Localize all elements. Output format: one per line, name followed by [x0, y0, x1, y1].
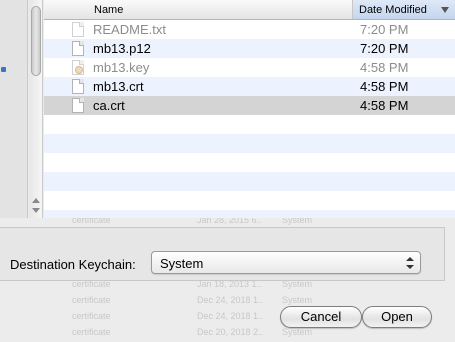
file-name: ca.crt	[93, 98, 125, 113]
popup-arrows-icon	[406, 257, 414, 269]
empty-row	[44, 115, 455, 134]
file-date: 7:20 PM	[360, 22, 409, 37]
column-header-date-label: Date Modified	[359, 3, 427, 16]
file-name: mb13.key	[93, 60, 150, 75]
sort-descending-icon	[441, 6, 449, 13]
cancel-button[interactable]: Cancel	[280, 306, 362, 328]
empty-row	[44, 153, 455, 172]
file-name: README.txt	[93, 22, 166, 37]
destination-keychain-label: Destination Keychain:	[10, 257, 136, 272]
empty-row	[44, 210, 455, 218]
scroll-up-arrow-icon[interactable]	[32, 198, 40, 203]
file-list-header: Name Date Modified	[44, 0, 455, 20]
selection-indicator-icon	[1, 67, 6, 72]
certificate-file-icon	[72, 98, 84, 113]
file-row-readme[interactable]: README.txt 7:20 PM	[44, 20, 455, 39]
column-header-date-modified[interactable]: Date Modified	[352, 0, 455, 19]
text-file-icon	[72, 22, 84, 37]
file-name: mb13.p12	[93, 41, 151, 56]
file-row-mb13-key[interactable]: mb13.key 4:58 PM	[44, 58, 455, 77]
key-file-icon	[72, 60, 84, 75]
file-row-mb13-p12[interactable]: mb13.p12 7:20 PM	[44, 39, 455, 58]
column-header-name[interactable]: Name	[44, 4, 352, 16]
file-row-ca-crt[interactable]: ca.crt 4:58 PM	[44, 96, 455, 115]
scrollbar-thumb[interactable]	[31, 6, 41, 76]
empty-row	[44, 191, 455, 210]
file-date: 4:58 PM	[360, 79, 409, 94]
empty-row	[44, 172, 455, 191]
file-date: 7:20 PM	[360, 41, 409, 56]
open-button[interactable]: Open	[362, 306, 432, 328]
file-list: Name Date Modified README.txt 7:20 PM mb…	[44, 0, 455, 218]
file-name: mb13.crt	[93, 79, 144, 94]
scroll-down-arrow-icon[interactable]	[32, 208, 40, 213]
destination-keychain-select[interactable]: System	[151, 251, 421, 274]
certificate-file-icon	[72, 79, 84, 94]
file-icon	[72, 41, 84, 56]
empty-row	[44, 134, 455, 153]
file-row-mb13-crt[interactable]: mb13.crt 4:58 PM	[44, 77, 455, 96]
file-rows: README.txt 7:20 PM mb13.p12 7:20 PM mb13…	[44, 20, 455, 218]
file-date: 4:58 PM	[360, 98, 409, 113]
file-date: 4:58 PM	[360, 60, 409, 75]
destination-keychain-panel: Destination Keychain: System	[0, 228, 445, 281]
sidebar-edge	[0, 0, 28, 218]
destination-keychain-value: System	[160, 256, 204, 271]
vertical-scrollbar[interactable]	[29, 0, 43, 218]
